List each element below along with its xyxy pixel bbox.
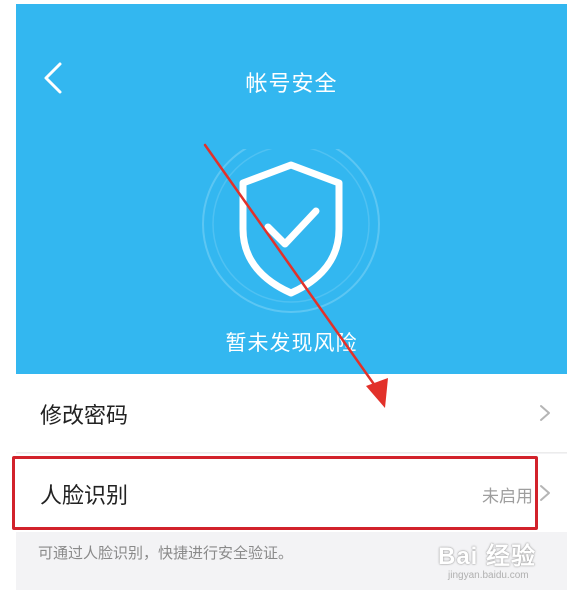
shield-check-icon: [196, 135, 386, 314]
chevron-right-icon: [540, 405, 550, 421]
chevron-right-icon: [540, 485, 550, 501]
phone-screen: 帐号安全 暂未发现风险 修改密码 人脸识别 未启用 可通过人脸识别，快捷进行安全…: [16, 4, 567, 590]
face-recognition-status: 未启用: [482, 487, 533, 507]
risk-status-text: 暂未发现风险: [225, 331, 358, 355]
security-hero-panel: 帐号安全 暂未发现风险: [16, 4, 567, 374]
face-recognition-hint: 可通过人脸识别，快捷进行安全验证。: [38, 544, 294, 562]
face-recognition-label: 人脸识别: [40, 484, 129, 509]
baidu-jingyan-watermark: Bai 经验 jingyan.baidu.com: [438, 534, 568, 590]
page-title: 帐号安全: [245, 72, 338, 97]
change-password-label: 修改密码: [40, 404, 129, 429]
face-recognition-item[interactable]: 人脸识别 未启用: [16, 454, 567, 532]
watermark-subtext: jingyan.baidu.com: [448, 570, 529, 581]
change-password-item[interactable]: 修改密码: [16, 374, 567, 453]
watermark-text: Bai 经验: [438, 543, 537, 570]
